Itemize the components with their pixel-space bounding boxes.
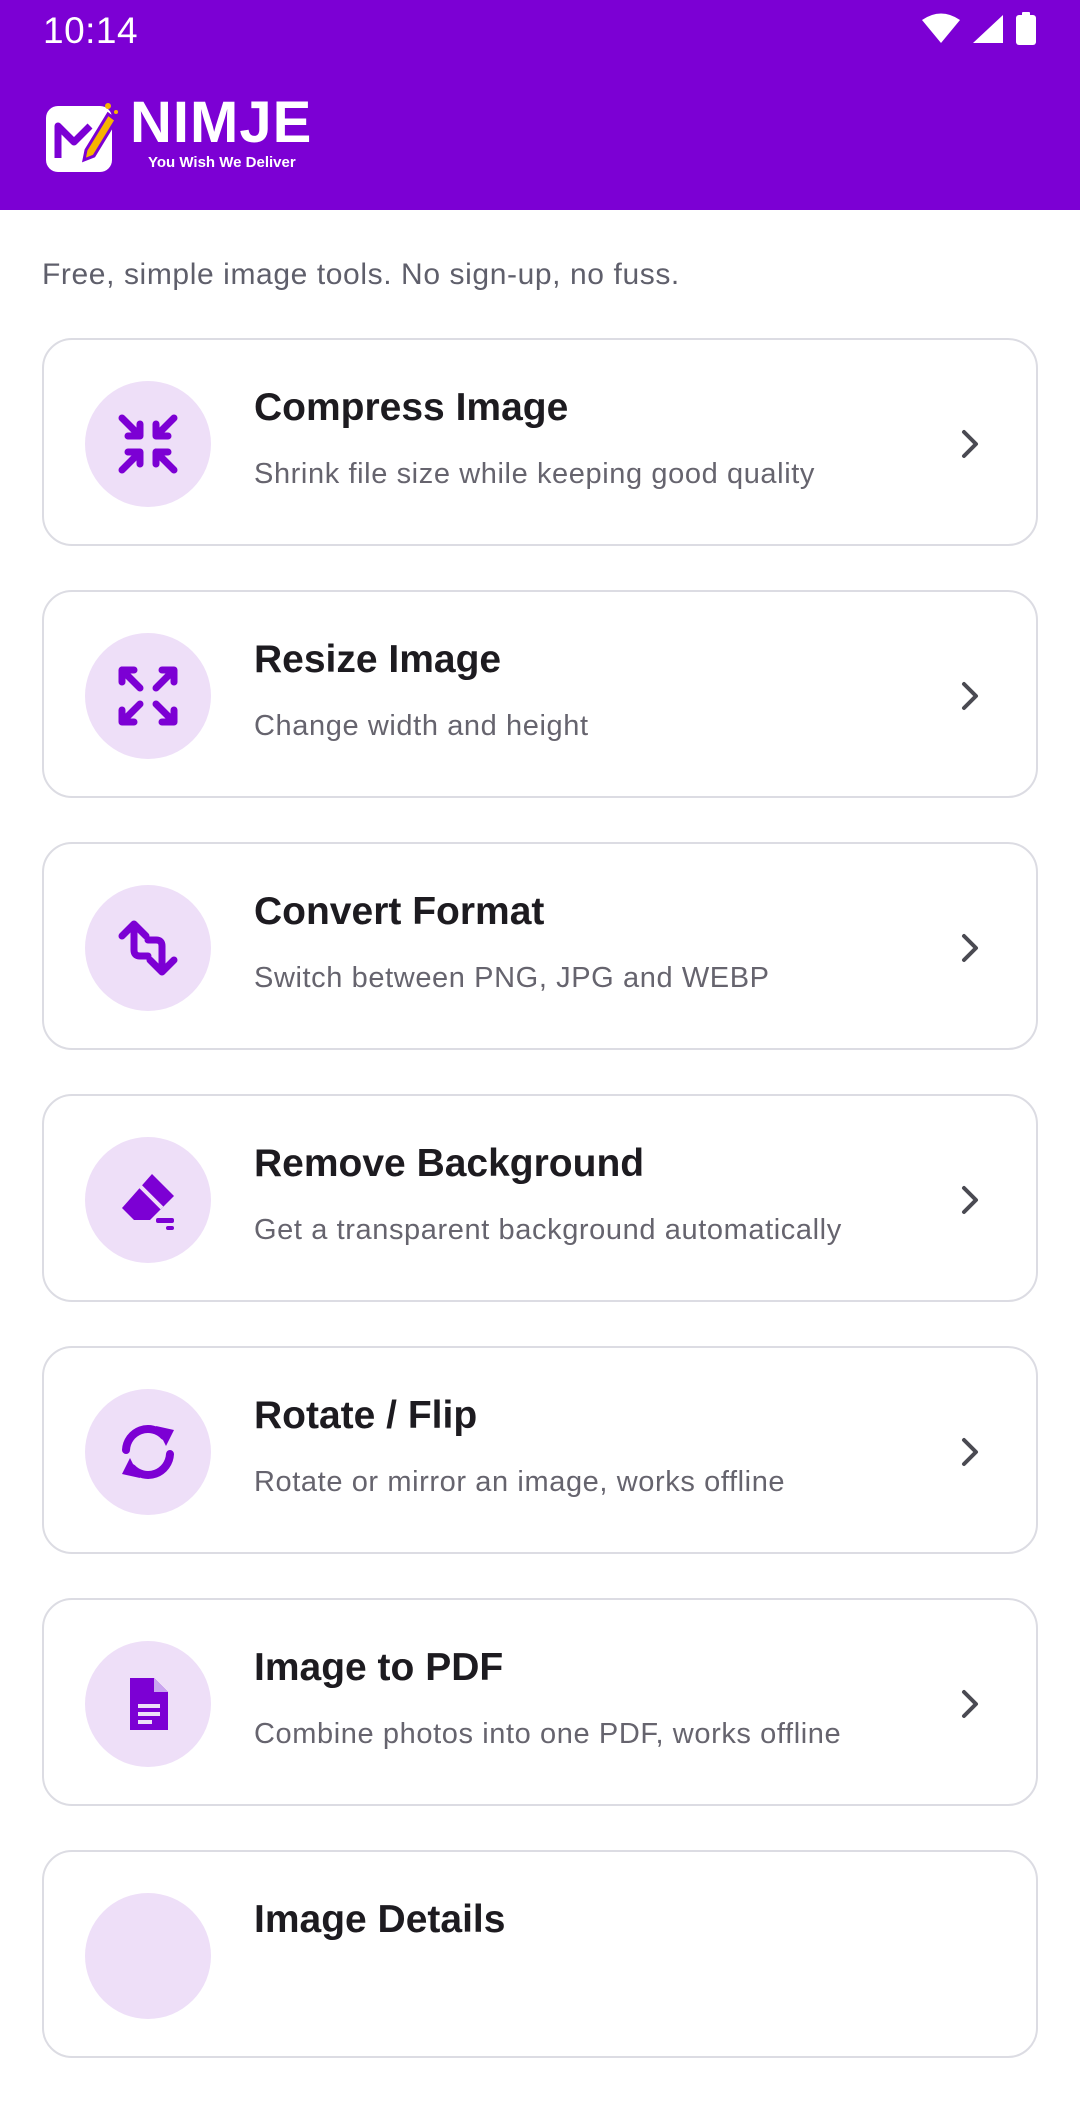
tool-card-rotate-flip[interactable]: Rotate / Flip Rotate or mirror an image,… — [42, 1346, 1038, 1554]
chevron-right-icon — [962, 1438, 978, 1466]
tool-subtitle: Get a transparent background automatical… — [254, 1214, 842, 1246]
tool-card-image-to-pdf[interactable]: Image to PDF Combine photos into one PDF… — [42, 1598, 1038, 1806]
status-time: 10:14 — [43, 10, 139, 51]
tool-title: Image Details — [254, 1898, 506, 1941]
tool-subtitle: Combine photos into one PDF, works offli… — [254, 1718, 842, 1750]
eraser-icon — [85, 1137, 211, 1263]
tool-title: Rotate / Flip — [254, 1394, 478, 1437]
chevron-right-icon — [962, 934, 978, 962]
logo-tagline: You Wish We Deliver — [148, 154, 296, 171]
swap-vertical-icon — [85, 885, 211, 1011]
signal-icon — [973, 15, 1003, 43]
tool-subtitle: Switch between PNG, JPG and WEBP — [254, 962, 770, 994]
tool-title: Remove Background — [254, 1142, 645, 1185]
tool-card-remove-background[interactable]: Remove Background Get a transparent back… — [42, 1094, 1038, 1302]
tool-title: Image to PDF — [254, 1646, 504, 1689]
tool-subtitle: Change width and height — [254, 710, 589, 742]
tool-title: Resize Image — [254, 638, 502, 681]
tool-subtitle: Rotate or mirror an image, works offline — [254, 1466, 786, 1498]
tool-title: Compress Image — [254, 386, 569, 429]
chevron-right-icon — [962, 430, 978, 458]
tool-subtitle: Shrink file size while keeping good qual… — [254, 458, 815, 490]
chevron-right-icon — [962, 1186, 978, 1214]
logo-text: NIMJE — [130, 90, 313, 155]
expand-icon — [85, 633, 211, 759]
status-bar: 10:14 — [0, 0, 1080, 60]
app-logo: NIMJE You Wish We Deliver — [46, 90, 336, 176]
tool-card-convert-format[interactable]: Convert Format Switch between PNG, JPG a… — [42, 842, 1038, 1050]
logo-pencil-icon — [46, 103, 118, 172]
app-header: 10:14 NIMJE You Wish We Deliver — [0, 0, 1080, 210]
tool-list: Compress Image Shrink file size while ke… — [42, 338, 1038, 2102]
info-icon — [85, 1893, 211, 2019]
tool-card-compress-image[interactable]: Compress Image Shrink file size while ke… — [42, 338, 1038, 546]
chevron-right-icon — [962, 1690, 978, 1718]
document-icon — [85, 1641, 211, 1767]
page-tagline: Free, simple image tools. No sign-up, no… — [42, 258, 680, 291]
battery-icon — [1016, 12, 1036, 45]
chevron-right-icon — [962, 682, 978, 710]
tool-card-image-details[interactable]: Image Details — [42, 1850, 1038, 2058]
tool-card-resize-image[interactable]: Resize Image Change width and height — [42, 590, 1038, 798]
tool-title: Convert Format — [254, 890, 545, 933]
status-icons — [921, 12, 1037, 46]
sync-icon — [85, 1389, 211, 1515]
wifi-icon — [922, 13, 960, 43]
compress-icon — [85, 381, 211, 507]
